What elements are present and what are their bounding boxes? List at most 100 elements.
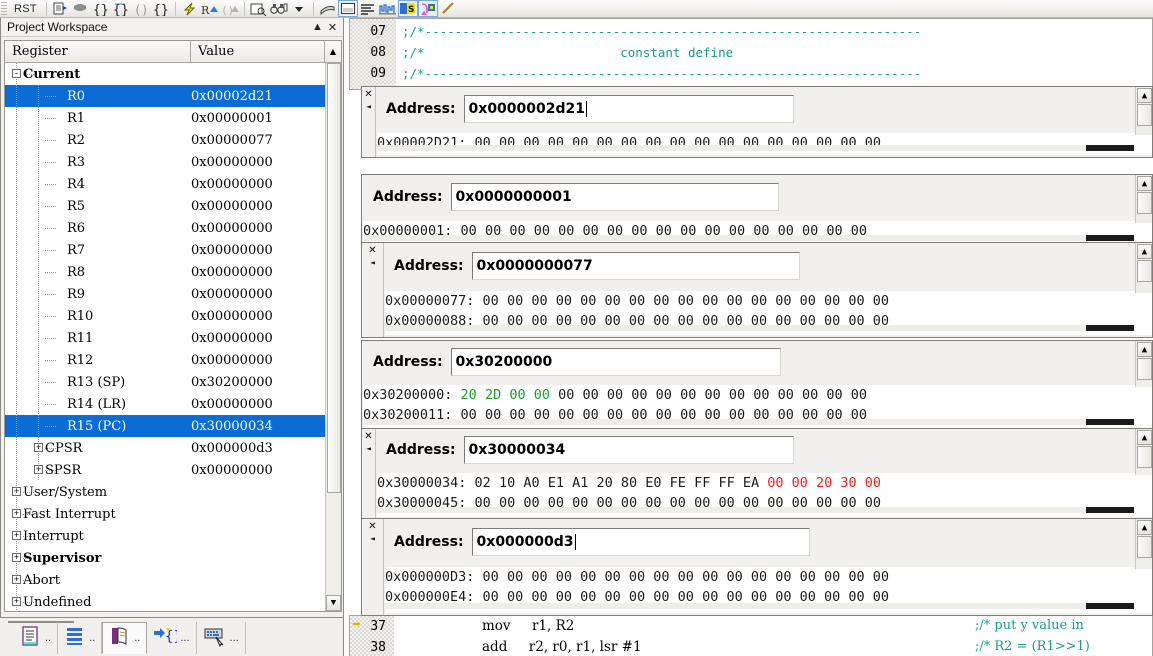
paren-up-icon[interactable]: () (220, 0, 240, 17)
disassembly-icon[interactable] (358, 0, 378, 17)
scrollbar-thumb[interactable] (1137, 446, 1152, 468)
brace-close-icon[interactable]: {} (111, 0, 131, 17)
register-row[interactable]: R4 0x00000000 (5, 173, 325, 195)
breakpoint-icon[interactable]: S (397, 0, 418, 17)
brace-open-icon[interactable]: {} (91, 0, 111, 17)
register-row[interactable]: R11 0x00000000 (5, 327, 325, 349)
memory-scrollbar[interactable]: ▲ (1135, 429, 1152, 475)
register-row[interactable]: + Interrupt (5, 525, 325, 547)
scrollbar-thumb[interactable] (1086, 419, 1134, 425)
workspace-tab[interactable]: {}... (147, 622, 197, 654)
scroll-down-icon[interactable]: ▼ (326, 595, 341, 611)
close-icon[interactable]: ✕ (368, 521, 376, 532)
scrollbar-thumb[interactable] (1137, 536, 1152, 558)
reset-button[interactable]: RST (9, 3, 42, 15)
memory-window-icon[interactable] (337, 0, 358, 17)
step-into-icon[interactable] (51, 0, 71, 17)
register-row[interactable]: + Undefined (5, 591, 325, 611)
memory-hscrollbar[interactable] (363, 235, 1134, 241)
register-row[interactable]: R12 0x00000000 (5, 349, 325, 371)
close-icon[interactable]: ✕ (364, 431, 372, 442)
workspace-tab[interactable]: .. (58, 622, 103, 654)
workspace-tab[interactable]: .. (102, 622, 148, 654)
scroll-up-icon[interactable]: ▲ (1137, 88, 1152, 103)
tree-expand-toggle[interactable]: + (12, 575, 21, 584)
scrollbar-thumb[interactable] (327, 63, 341, 493)
source-editor-bottom[interactable]: ➡ 37 mov r1, R2 ;/* put y value in 38 ad… (349, 615, 1153, 656)
memory-scrollbar[interactable]: ▲ (1135, 243, 1152, 293)
memory-window[interactable]: ✕ ◄ Address: 0x0000002d21 0x00002D21: 00 00 … (361, 86, 1153, 158)
address-input[interactable]: 0x30200000 (450, 348, 781, 376)
register-tree[interactable]: - Current R0 0x00002d21 R1 0x00000001 R2 0x0000… (5, 63, 325, 611)
memory-window[interactable]: Address: 0x30200000 0x30200000: 20 2D 00 0… (361, 340, 1153, 432)
register-tree-scrollbar[interactable]: ▼ (325, 63, 341, 611)
memory-window[interactable]: ✕ ◄ Address: 0x000000d3 0x000000D3: 00 00 00… (361, 518, 1153, 616)
sort-up-icon[interactable]: ▲ (325, 41, 341, 62)
memory-hscrollbar[interactable] (363, 419, 1134, 425)
column-header-register[interactable]: Register (5, 41, 191, 62)
tree-collapse-toggle[interactable]: - (12, 69, 21, 78)
address-input[interactable]: 0x0000002d21 (463, 95, 794, 123)
pointer-icon[interactable] (438, 0, 458, 17)
tree-expand-toggle[interactable]: + (12, 531, 21, 540)
collapse-left-icon[interactable]: ◄ (366, 444, 371, 453)
brace-pair-icon[interactable]: {} (151, 0, 171, 17)
tree-expand-toggle[interactable]: + (12, 509, 21, 518)
close-icon[interactable]: ✕ (325, 20, 340, 35)
step-over-icon[interactable] (71, 0, 91, 17)
tree-expand-toggle[interactable]: + (34, 465, 43, 474)
scroll-up-icon[interactable]: ▲ (1137, 244, 1152, 259)
memory-window[interactable]: Address: 0x0000000001 0x00000001: 00 00 00… (361, 174, 1153, 248)
register-row[interactable]: + User/System (5, 481, 325, 503)
memory-scrollbar[interactable]: ▲ (1135, 519, 1152, 569)
scrollbar-thumb[interactable] (1086, 325, 1134, 331)
register-row[interactable]: + Abort (5, 569, 325, 591)
memory-window[interactable]: ✕ ◄ Address: 0x30000034 0x30000034: 02 10 A0… (361, 428, 1153, 520)
collapse-left-icon[interactable]: ◄ (366, 102, 371, 111)
register-row[interactable]: + SPSR 0x00000000 (5, 459, 325, 481)
memory-hscrollbar[interactable] (385, 325, 1134, 331)
scrollbar-thumb[interactable] (1137, 260, 1152, 282)
memory-hscrollbar[interactable] (377, 145, 1134, 151)
tree-expand-toggle[interactable]: + (12, 597, 21, 606)
memory-hex-view[interactable]: 0x00002D21: 00 00 00 00 00 00 00 00 00 0… (377, 133, 1152, 155)
register-row[interactable]: R9 0x00000000 (5, 283, 325, 305)
register-row[interactable]: R5 0x00000000 (5, 195, 325, 217)
memory-hscrollbar[interactable] (385, 603, 1134, 609)
register-row[interactable]: R13 (SP) 0x30200000 (5, 371, 325, 393)
register-row[interactable]: + Supervisor (5, 547, 325, 569)
scroll-up-icon[interactable]: ▲ (1137, 176, 1152, 191)
tree-expand-toggle[interactable]: + (34, 443, 43, 452)
scrollbar-thumb[interactable] (1086, 145, 1134, 151)
run-lightning-icon[interactable] (180, 0, 200, 17)
memory-scrollbar[interactable]: ▲ (1135, 341, 1152, 387)
register-row[interactable]: R10 0x00000000 (5, 305, 325, 327)
scrollbar-thumb[interactable] (1137, 104, 1152, 126)
collapse-left-icon[interactable]: ◄ (370, 258, 375, 267)
tree-expand-toggle[interactable]: + (12, 553, 21, 562)
workspace-tab[interactable]: ... (197, 622, 246, 654)
memory-hscrollbar[interactable] (377, 507, 1134, 513)
find-in-source-icon[interactable] (249, 0, 269, 17)
address-input[interactable]: 0x0000000001 (450, 183, 779, 211)
register-row[interactable]: R6 0x00000000 (5, 217, 325, 239)
workspace-tab[interactable]: .. (14, 622, 59, 654)
watch-icon[interactable] (417, 0, 438, 17)
scrollbar-thumb[interactable] (1086, 603, 1134, 609)
scroll-up-icon[interactable]: ▲ (1137, 430, 1152, 445)
register-row[interactable]: R3 0x00000000 (5, 151, 325, 173)
column-header-value[interactable]: Value (191, 41, 325, 62)
memory-window[interactable]: ✕ ◄ Address: 0x0000000077 0x00000077: 00 00 … (361, 242, 1153, 338)
scrollbar-thumb[interactable] (1086, 507, 1134, 513)
scrollbar-thumb[interactable] (1137, 192, 1152, 214)
source-editor-top[interactable]: 07 ;/*----------------------------------… (349, 18, 1153, 90)
collapse-up-icon[interactable]: ▲ (310, 20, 325, 35)
address-input[interactable]: 0x0000000077 (471, 252, 800, 280)
register-row[interactable]: R2 0x00000077 (5, 129, 325, 151)
chevron-down-icon[interactable] (289, 0, 309, 17)
register-row[interactable]: R15 (PC) 0x30000034 (5, 415, 325, 437)
print-icon[interactable] (318, 0, 338, 17)
brace-empty-icon[interactable]: () (131, 0, 151, 17)
collapse-left-icon[interactable]: ◄ (370, 534, 375, 543)
register-row[interactable]: + Fast Interrupt (5, 503, 325, 525)
